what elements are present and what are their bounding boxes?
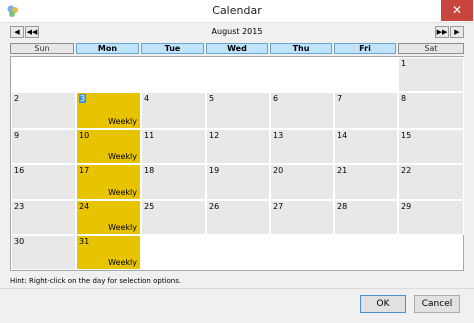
close-button[interactable]: ✕ (441, 0, 473, 21)
day-cell[interactable]: 25 (141, 200, 206, 235)
day-number: 30 (14, 237, 25, 246)
month-label: August 2015 (211, 27, 263, 36)
weekday-header-wed: Wed (206, 43, 268, 54)
day-number: 8 (401, 94, 407, 103)
day-number: 13 (273, 131, 284, 140)
next-month-button[interactable]: ▶ (450, 26, 464, 38)
day-cell[interactable]: 28 (334, 200, 398, 235)
day-cell[interactable]: 4 (141, 92, 206, 129)
day-cell[interactable]: 20 (270, 164, 334, 200)
day-cell[interactable]: 22 (398, 164, 464, 200)
day-cell[interactable]: 7 (334, 92, 398, 129)
next-year-button[interactable]: ▶▶ (435, 26, 449, 38)
hint-text: Hint: Right-click on the day for selecti… (10, 277, 182, 285)
day-cell[interactable]: 1 (398, 57, 464, 92)
day-number: 16 (14, 166, 25, 175)
weekday-header-sat: Sat (398, 43, 464, 54)
day-cell[interactable]: 30 (11, 235, 76, 270)
day-cell[interactable]: 2 (11, 92, 76, 129)
day-number: 7 (337, 94, 343, 103)
day-number: 2 (14, 94, 20, 103)
day-number: 12 (209, 131, 220, 140)
event-label: Weekly (108, 117, 137, 126)
day-number: 17 (79, 166, 90, 175)
day-number: 20 (273, 166, 284, 175)
day-number: 14 (337, 131, 348, 140)
day-number: 26 (209, 202, 220, 211)
day-number: 28 (337, 202, 348, 211)
day-number: 25 (144, 202, 155, 211)
cancel-button[interactable]: Cancel (414, 295, 460, 313)
event-label: Weekly (108, 223, 137, 232)
title-bar: Calendar ✕ (0, 0, 474, 23)
day-cell[interactable]: 15 (398, 129, 464, 164)
day-number: 9 (14, 131, 20, 140)
day-cell[interactable]: 27 (270, 200, 334, 235)
day-cell[interactable]: 24 Weekly (76, 200, 141, 235)
day-number: 11 (144, 131, 155, 140)
day-number: 15 (401, 131, 412, 140)
day-number: 27 (273, 202, 284, 211)
day-number: 22 (401, 166, 412, 175)
weekday-header-thu: Thu (270, 43, 332, 54)
day-cell[interactable]: 17 Weekly (76, 164, 141, 200)
day-cell[interactable]: 5 (206, 92, 270, 129)
day-cell[interactable]: 26 (206, 200, 270, 235)
event-label: Weekly (108, 188, 137, 197)
day-number: 1 (401, 59, 407, 68)
day-number-today: 3 (79, 94, 87, 103)
day-number: 4 (144, 94, 150, 103)
day-number: 10 (79, 131, 90, 140)
day-cell[interactable]: 6 (270, 92, 334, 129)
window-title: Calendar (212, 4, 262, 17)
day-number: 29 (401, 202, 412, 211)
day-number: 24 (79, 202, 90, 211)
weekday-header-sun: Sun (10, 43, 74, 54)
day-number: 19 (209, 166, 220, 175)
day-cell[interactable]: 12 (206, 129, 270, 164)
ok-button[interactable]: OK (360, 295, 406, 313)
day-cell[interactable]: 13 (270, 129, 334, 164)
day-cell[interactable]: 31 Weekly (76, 235, 141, 270)
day-cell[interactable]: 11 (141, 129, 206, 164)
calendar-window: Calendar ✕ ◀ ◀◀ August 2015 ▶▶ ▶ Sun Mon T… (0, 0, 474, 323)
weekday-header-fri: Fri (334, 43, 396, 54)
day-cell[interactable]: 16 (11, 164, 76, 200)
day-cell[interactable]: 10 Weekly (76, 129, 141, 164)
weekday-header-mon: Mon (76, 43, 139, 54)
day-number: 18 (144, 166, 155, 175)
day-number: 31 (79, 237, 90, 246)
day-cell[interactable]: 3 Weekly (76, 92, 141, 129)
day-cell[interactable]: 9 (11, 129, 76, 164)
weekday-header-tue: Tue (141, 43, 204, 54)
day-number: 23 (14, 202, 25, 211)
day-cell[interactable]: 29 (398, 200, 464, 235)
day-cell[interactable]: 23 (11, 200, 76, 235)
day-cell[interactable]: 19 (206, 164, 270, 200)
day-number: 21 (337, 166, 348, 175)
calendar-grid: 1 2 3 Weekly 4 5 6 7 8 9 10 Weekly 11 12 13 14 15 16 17 Wee… (10, 56, 464, 271)
event-label: Weekly (108, 258, 137, 267)
dialog-footer: OK Cancel (0, 288, 474, 323)
event-label: Weekly (108, 152, 137, 161)
day-number: 6 (273, 94, 279, 103)
day-cell[interactable]: 14 (334, 129, 398, 164)
day-cell[interactable]: 18 (141, 164, 206, 200)
day-cell[interactable]: 8 (398, 92, 464, 129)
day-number: 5 (209, 94, 215, 103)
day-cell[interactable]: 21 (334, 164, 398, 200)
